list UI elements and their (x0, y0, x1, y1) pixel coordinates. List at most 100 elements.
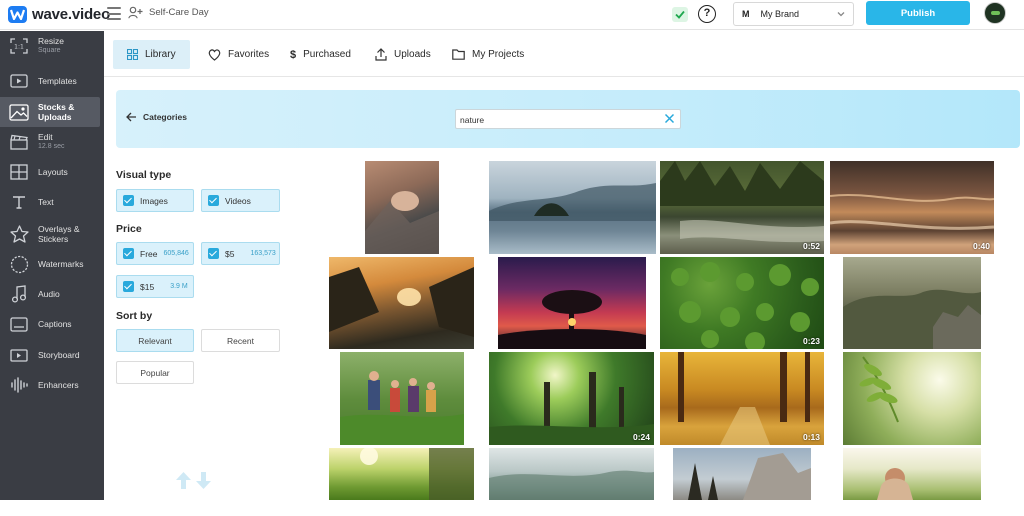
help-icon[interactable]: ? (698, 5, 716, 23)
sidebar-item-edit[interactable]: Edit 12.8 sec (0, 127, 104, 157)
templates-icon (9, 72, 29, 90)
media-tile[interactable] (365, 161, 439, 254)
tab-my-projects[interactable]: My Projects (438, 40, 538, 69)
avatar[interactable] (984, 2, 1006, 24)
sort-title: Sort by (116, 310, 153, 322)
star-icon (9, 225, 29, 243)
grid-icon (127, 49, 138, 60)
layouts-icon (9, 163, 29, 181)
filter-5[interactable]: $5 163,573 (201, 242, 280, 265)
filter-count: 3.9 M (170, 283, 188, 290)
menu-icon[interactable] (107, 7, 121, 20)
media-tile[interactable] (329, 448, 474, 500)
brand-select[interactable]: M My Brand (733, 2, 854, 26)
media-tile[interactable] (843, 352, 981, 445)
media-tile[interactable]: 0:52 (660, 161, 824, 254)
sidebar-item-resize[interactable]: 1:1 Resize Square (0, 31, 104, 61)
sort-relevant[interactable]: Relevant (116, 329, 194, 352)
media-tile[interactable] (843, 257, 981, 349)
folder-icon (452, 49, 465, 60)
sidebar-item-audio[interactable]: Audio (0, 279, 104, 309)
media-tile[interactable]: 0:24 (489, 352, 654, 445)
media-tile[interactable]: 0:23 (660, 257, 824, 349)
image-icon (9, 103, 29, 121)
media-duration: 0:24 (632, 432, 650, 442)
waveform-icon (9, 376, 29, 394)
tab-favorites[interactable]: Favorites (194, 40, 283, 69)
sidebar-item-storyboard[interactable]: Storyboard (0, 340, 104, 370)
library-tabs: Library Favorites $ Purchased Uploads My… (104, 31, 1024, 77)
sidebar-item-label: Enhancers (38, 380, 79, 390)
media-tile[interactable] (673, 448, 811, 500)
sidebar-item-layouts[interactable]: Layouts (0, 157, 104, 187)
arrow-left-icon (126, 112, 136, 122)
top-bar: wave.video Self-Care Day ? M My Brand Pu… (0, 0, 1024, 30)
sidebar-item-label: Captions (38, 319, 72, 329)
media-tile[interactable] (340, 352, 464, 445)
search-box (455, 109, 681, 129)
filter-label: Videos (225, 195, 251, 206)
brand-initial: M (742, 9, 750, 19)
sidebar-item-watermarks[interactable]: Watermarks (0, 249, 104, 279)
media-tile[interactable] (498, 257, 646, 349)
sidebar-item-enhancers[interactable]: Enhancers (0, 370, 104, 400)
arrow-down-icon[interactable] (195, 471, 212, 490)
media-tile[interactable] (489, 161, 656, 254)
publish-button[interactable]: Publish (866, 1, 970, 25)
checkbox-checked-icon (123, 281, 134, 292)
media-tile[interactable] (489, 448, 654, 500)
visual-type-title: Visual type (116, 169, 172, 181)
clear-search-icon[interactable] (664, 113, 675, 124)
sidebar-item-label: Layouts (38, 167, 68, 177)
sidebar-item-label: Templates (38, 76, 77, 86)
sidebar-item-label: Watermarks (38, 259, 84, 269)
add-user-icon (128, 6, 143, 19)
sort-popular[interactable]: Popular (116, 361, 194, 384)
media-tile[interactable]: 0:13 (660, 352, 824, 445)
media-tile[interactable] (843, 448, 981, 500)
clapper-icon (9, 133, 29, 151)
sidebar-item-captions[interactable]: Captions (0, 309, 104, 339)
media-tile[interactable] (329, 257, 474, 349)
sidebar-item-overlays[interactable]: Overlays & Stickers (0, 219, 104, 249)
captions-icon (9, 315, 29, 333)
sidebar-item-label: Edit 12.8 sec (38, 132, 65, 150)
watermark-icon (9, 255, 29, 273)
sidebar-item-label: Overlays & Stickers (38, 224, 80, 244)
sidebar-item-stocks-uploads[interactable]: Stocks & Uploads (0, 97, 100, 127)
project-title[interactable]: Self-Care Day (128, 6, 209, 19)
search-input[interactable] (460, 111, 650, 129)
filter-15[interactable]: $15 3.9 M (116, 275, 194, 298)
checkbox-checked-icon (123, 248, 134, 259)
filter-label: Images (140, 195, 168, 206)
media-tile[interactable]: 0:40 (830, 161, 994, 254)
storyboard-icon (9, 346, 29, 364)
saved-check-icon (672, 7, 688, 22)
media-duration: 0:23 (802, 336, 820, 346)
sidebar-item-label: Audio (38, 289, 60, 299)
sidebar-item-label: Stocks & Uploads (38, 102, 75, 122)
tab-purchased[interactable]: $ Purchased (276, 40, 365, 69)
categories-label: Categories (143, 112, 187, 122)
sidebar-item-label: Storyboard (38, 350, 80, 360)
sidebar-item-text[interactable]: Text (0, 187, 104, 217)
arrow-up-icon[interactable] (175, 471, 192, 490)
sidebar-item-label: Resize Square (38, 36, 64, 54)
checkbox-checked-icon (208, 195, 219, 206)
text-icon (9, 193, 29, 211)
back-to-categories[interactable]: Categories (126, 112, 187, 122)
filter-label: $15 (140, 281, 155, 292)
price-title: Price (116, 223, 142, 235)
filter-free[interactable]: Free 605,846 (116, 242, 194, 265)
tab-uploads[interactable]: Uploads (361, 40, 445, 69)
logo[interactable]: wave.video (8, 6, 110, 23)
sidebar-item-templates[interactable]: Templates (0, 66, 104, 96)
filter-label: Free (140, 248, 158, 259)
filter-images[interactable]: Images (116, 189, 194, 212)
tab-library[interactable]: Library (113, 40, 190, 69)
filter-count: 163,573 (250, 250, 276, 257)
music-icon (9, 285, 29, 303)
filter-videos[interactable]: Videos (201, 189, 280, 212)
dollar-icon: $ (290, 48, 297, 61)
sort-recent[interactable]: Recent (201, 329, 280, 352)
